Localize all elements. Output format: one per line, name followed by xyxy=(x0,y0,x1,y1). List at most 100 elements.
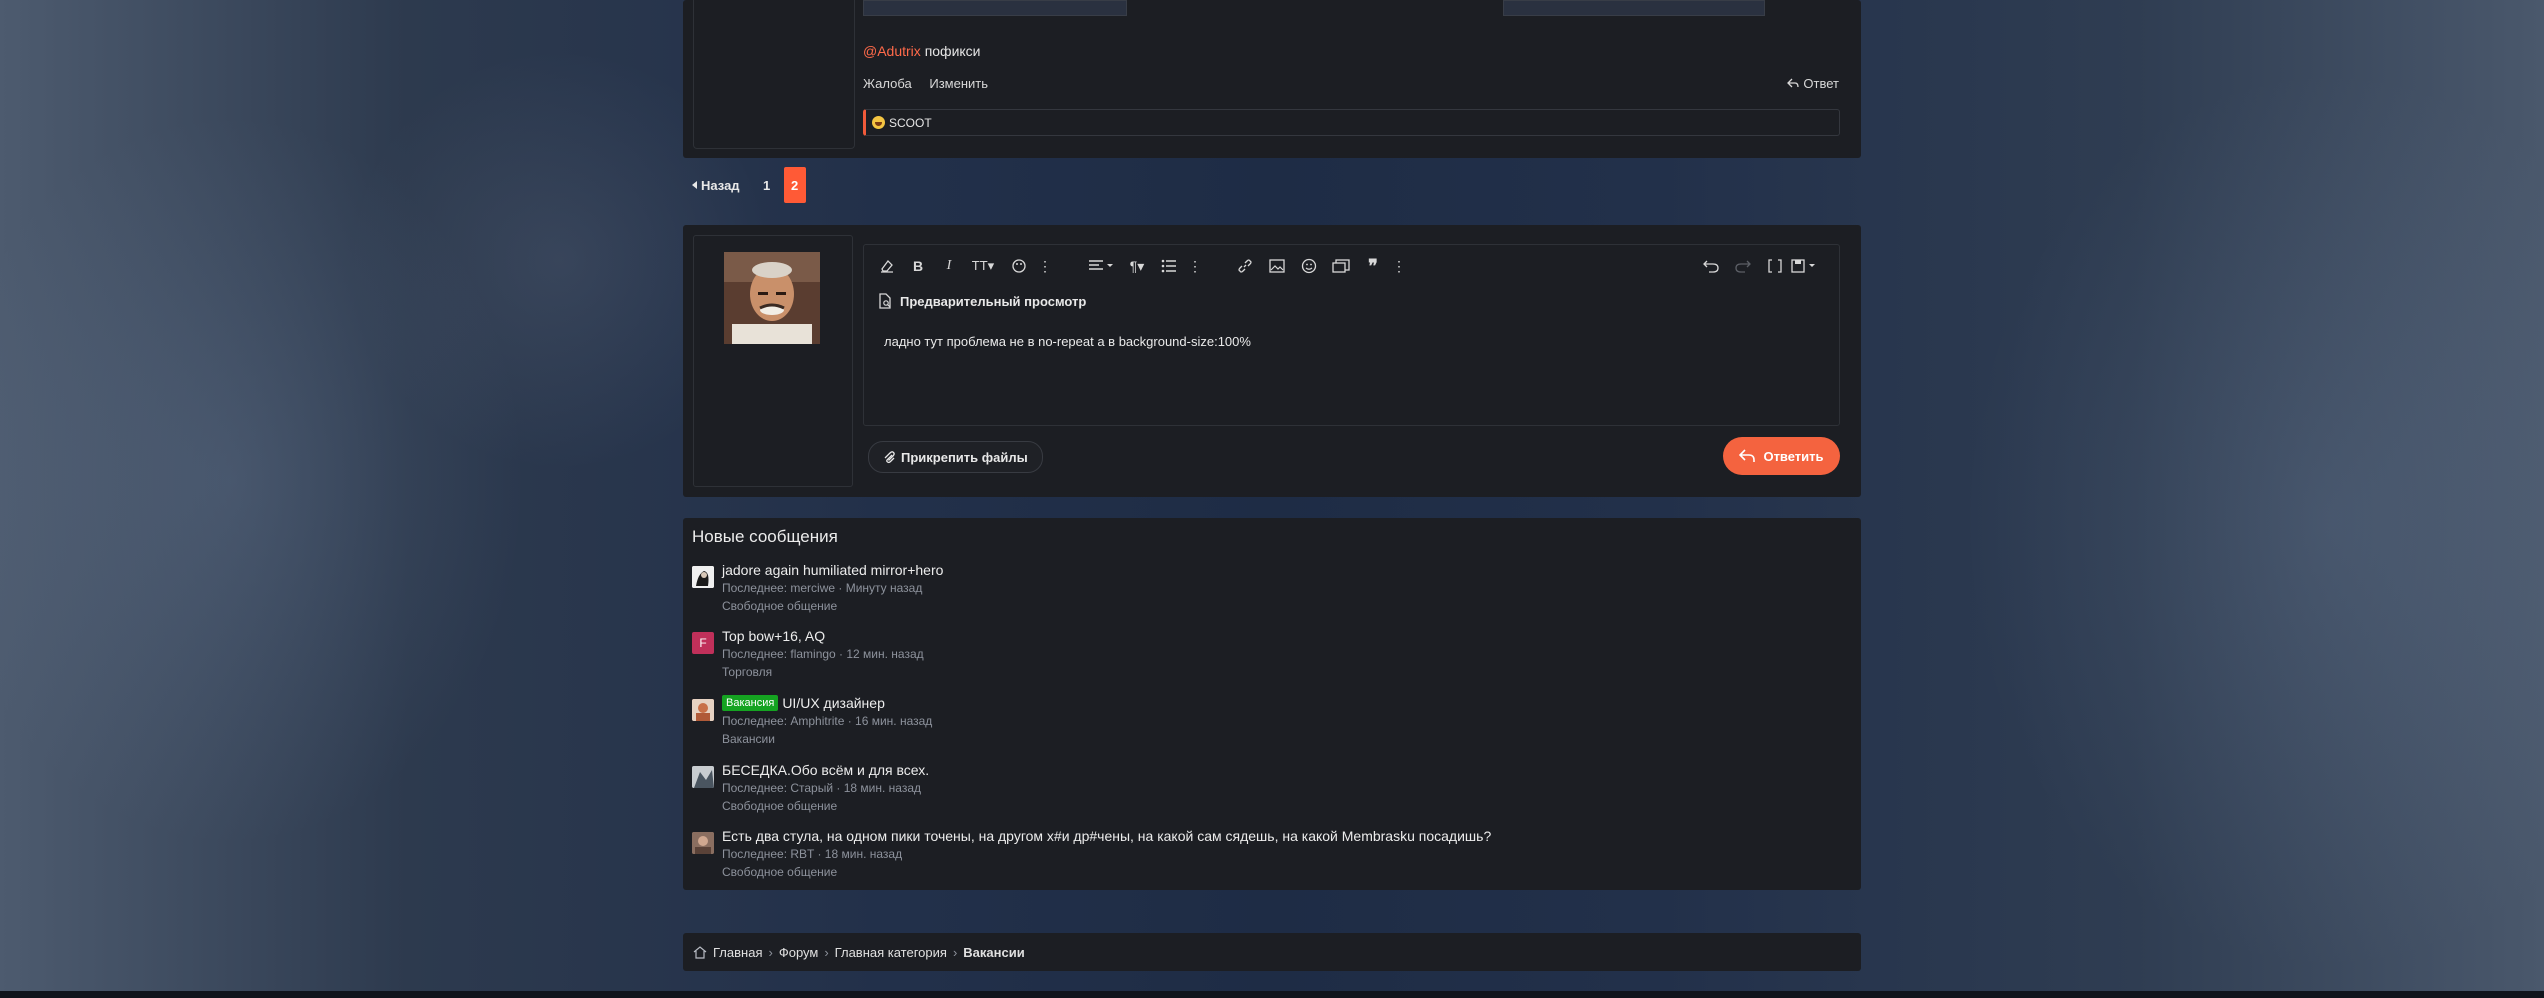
reply-icon xyxy=(1787,78,1800,88)
preview-document-icon xyxy=(879,293,891,309)
widget-title: Новые сообщения xyxy=(692,527,838,546)
page-link-2-current[interactable]: 2 xyxy=(783,167,806,203)
avatar[interactable] xyxy=(692,832,714,854)
thread-meta[interactable]: Последнее: merciwe · Минуту назад xyxy=(722,581,922,595)
avatar[interactable] xyxy=(692,766,714,788)
quote-icon[interactable]: ❞ xyxy=(1364,256,1382,276)
thread-forum[interactable]: Свободное общение xyxy=(722,599,837,613)
more-options-icon[interactable]: ⋮ xyxy=(1390,257,1408,275)
attachment-strip xyxy=(863,0,1843,16)
chevron-right-icon: › xyxy=(952,944,958,960)
thread-title[interactable]: jadore again humiliated mirror+hero xyxy=(722,562,943,578)
previous-post: @Adutrix пофикси Жалоба Изменить Ответ S… xyxy=(683,0,1861,158)
pagination: Назад 1 2 xyxy=(692,167,806,203)
media-icon[interactable] xyxy=(1332,257,1350,275)
undo-icon[interactable] xyxy=(1702,257,1720,275)
chevron-right-icon: › xyxy=(768,944,773,960)
avatar[interactable] xyxy=(692,699,714,721)
thread-forum[interactable]: Свободное общение xyxy=(722,865,837,879)
pagination-prev-button[interactable]: Назад xyxy=(692,178,740,193)
editor-content[interactable]: ладно тут проблема не в no-repeat а в ba… xyxy=(884,334,1251,349)
report-link[interactable]: Жалоба xyxy=(863,76,912,91)
breadcrumb-item-forum[interactable]: Форум xyxy=(779,945,819,960)
clear-format-icon[interactable] xyxy=(878,257,896,275)
page-link-1[interactable]: 1 xyxy=(756,167,778,203)
vacancy-badge[interactable]: Вакансия xyxy=(722,695,779,711)
edit-link[interactable]: Изменить xyxy=(929,76,988,91)
home-icon[interactable] xyxy=(693,945,707,959)
new-messages-widget: Новые сообщения jadore again humiliated … xyxy=(683,518,1861,890)
smiley-icon[interactable] xyxy=(1300,257,1318,275)
list-item[interactable]: Есть два стула, на одном пики точены, на… xyxy=(692,828,1842,888)
editor-toolbar: B I TT▾ ⋮ ¶▾ ⋮ ❞ ⋮ xyxy=(864,245,1839,285)
user-mention[interactable]: @Adutrix xyxy=(863,43,921,59)
attach-files-label: Прикрепить файлы xyxy=(901,449,1028,465)
avatar[interactable] xyxy=(724,252,820,344)
post-avatar-column xyxy=(693,0,855,149)
attachment-thumb[interactable] xyxy=(863,0,1127,16)
list-item[interactable]: F Top bow+16, AQ Последнее: flamingo · 1… xyxy=(692,628,1842,688)
attach-files-button[interactable]: Прикрепить файлы xyxy=(868,441,1043,473)
thread-forum[interactable]: Вакансии xyxy=(722,732,775,746)
submit-reply-button[interactable]: Ответить xyxy=(1723,437,1840,475)
list-icon[interactable] xyxy=(1160,257,1178,275)
link-icon[interactable] xyxy=(1236,257,1254,275)
reply-avatar-box xyxy=(693,235,853,487)
breadcrumb: Главная › Форум › Главная категория › Ва… xyxy=(683,933,1861,971)
post-message: @Adutrix пофикси xyxy=(863,43,981,59)
pagination-prev-label: Назад xyxy=(701,177,740,193)
thread-meta[interactable]: Последнее: flamingo · 12 мин. назад xyxy=(722,647,924,661)
post-actions: Жалоба Изменить xyxy=(863,76,1002,91)
preview-button[interactable]: Предварительный просмотр xyxy=(878,289,1086,313)
message-editor[interactable]: B I TT▾ ⋮ ¶▾ ⋮ ❞ ⋮ Предварительный просм… xyxy=(863,244,1840,426)
drafts-icon[interactable] xyxy=(1790,257,1820,275)
more-options-icon[interactable]: ⋮ xyxy=(1036,257,1054,275)
thread-title[interactable]: Top bow+16, AQ xyxy=(722,628,825,644)
submit-reply-label: Ответить xyxy=(1763,448,1824,464)
redo-icon[interactable] xyxy=(1734,257,1752,275)
list-item[interactable]: БЕСЕДКА.Обо всём и для всех. Последнее: … xyxy=(692,762,1842,822)
reply-link[interactable]: Ответ xyxy=(1787,76,1839,91)
reactions-bar[interactable]: SCOOT xyxy=(863,109,1840,136)
breadcrumb-item-home[interactable]: Главная xyxy=(713,945,762,960)
preview-label: Предварительный просмотр xyxy=(900,293,1087,309)
caret-left-icon xyxy=(692,181,697,189)
paragraph-icon[interactable]: ¶▾ xyxy=(1124,257,1150,275)
thread-forum[interactable]: Свободное общение xyxy=(722,799,837,813)
thread-title[interactable]: БЕСЕДКА.Обо всём и для всех. xyxy=(722,762,929,778)
font-size-icon[interactable]: TT▾ xyxy=(968,257,998,275)
thread-title-link[interactable]: БЕСЕДКА.Обо всём и для всех. xyxy=(722,762,929,778)
breadcrumb-item-vacancies[interactable]: Вакансии xyxy=(963,945,1024,960)
thread-title-link[interactable]: Вакансия UI/UX дизайнер xyxy=(722,695,885,711)
avatar[interactable]: F xyxy=(692,632,714,654)
quick-reply-panel: B I TT▾ ⋮ ¶▾ ⋮ ❞ ⋮ Предварительный просм… xyxy=(683,225,1861,497)
breadcrumb-item-category[interactable]: Главная категория xyxy=(835,945,947,960)
thread-forum[interactable]: Торговля xyxy=(722,665,772,679)
chevron-right-icon: › xyxy=(824,944,829,960)
reactions-users[interactable]: SCOOT xyxy=(889,116,932,130)
thread-meta[interactable]: Последнее: Старый · 18 мин. назад xyxy=(722,781,921,795)
list-item[interactable]: jadore again humiliated mirror+hero Посл… xyxy=(692,562,1842,622)
reply-label: Ответ xyxy=(1803,76,1839,91)
thread-title[interactable]: Есть два стула, на одном пики точены, на… xyxy=(722,828,1491,844)
thread-title-link[interactable]: jadore again humiliated mirror+hero xyxy=(722,562,943,578)
bbcode-toggle-icon[interactable] xyxy=(1766,257,1784,275)
thread-meta[interactable]: Последнее: Amphitrite · 16 мин. назад xyxy=(722,714,932,728)
paperclip-icon xyxy=(884,451,895,464)
more-options-icon[interactable]: ⋮ xyxy=(1186,257,1204,275)
attachment-thumb[interactable] xyxy=(1503,0,1765,16)
laugh-reaction-icon xyxy=(872,116,885,129)
thread-title[interactable]: UI/UX дизайнер xyxy=(782,695,885,711)
italic-icon[interactable]: I xyxy=(940,257,958,275)
bold-icon[interactable]: B xyxy=(909,257,927,275)
align-icon[interactable] xyxy=(1086,257,1116,275)
thread-title-link[interactable]: Есть два стула, на одном пики точены, на… xyxy=(722,828,1491,844)
image-icon[interactable] xyxy=(1268,257,1286,275)
list-item[interactable]: Вакансия UI/UX дизайнер Последнее: Amphi… xyxy=(692,695,1842,755)
thread-title-link[interactable]: Top bow+16, AQ xyxy=(722,628,825,644)
reply-icon xyxy=(1739,449,1756,462)
color-palette-icon[interactable] xyxy=(1010,257,1028,275)
avatar[interactable] xyxy=(692,566,714,588)
thread-meta[interactable]: Последнее: RBT · 18 мин. назад xyxy=(722,847,902,861)
page-bottom-bar xyxy=(0,991,2544,998)
